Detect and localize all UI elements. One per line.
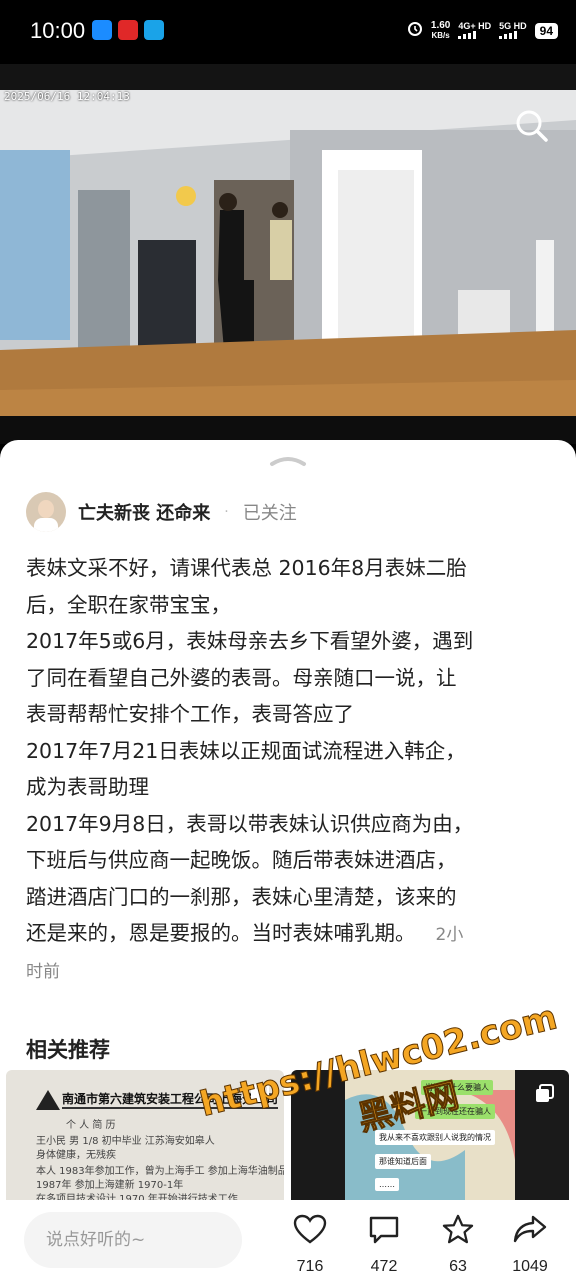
chat-bubble: …… (375, 1178, 399, 1191)
bottom-action-bar: 说点好听的~ 716 472 63 1049 (0, 1200, 576, 1280)
post-line: 踏进酒店门口的一刹那，表妹心里清楚，该来的 (26, 884, 457, 909)
document-line: 王小民 男 1/8 初中毕业 江苏海安如皋人 (36, 1136, 215, 1147)
network-speed: 1.60 KB/s (430, 19, 451, 41)
comment-icon (369, 1216, 399, 1244)
chevron-up-icon (270, 457, 306, 466)
document-line: 1987年 参加上海建新 1970-1年 (36, 1180, 184, 1191)
speed-unit: KB/s (431, 30, 450, 40)
notification-icons (92, 20, 164, 40)
post-line-last: 还是来的，恩是要报的。当时表妹哺乳期。 2小 (26, 915, 556, 954)
alarm-icon (407, 20, 423, 41)
camera-timestamp: 2025/06/16 12:04:13 (4, 90, 130, 103)
document-line: 身体健康，无残疾 (36, 1150, 116, 1161)
heart-icon (293, 1214, 327, 1244)
post-line: 表哥帮帮忙安排个工作，表哥答应了 (26, 702, 354, 726)
author-name[interactable]: 亡夫新丧 还命来 (78, 499, 210, 525)
post-body: 表妹文采不好，请课代表总 2016年8月表妹二胎 后，全职在家带宝宝， 2017… (26, 550, 556, 990)
search-button[interactable] (512, 80, 552, 142)
post-line: 成为表哥助理 (26, 775, 149, 799)
blue-app-icon (144, 20, 164, 40)
red-app-icon (118, 20, 138, 40)
separator-dot: · (224, 504, 229, 520)
post-time-part1: 2小 (435, 925, 464, 945)
surveillance-frame (0, 90, 576, 444)
sim2-signal: 5G HD (499, 21, 527, 41)
signal-bars-icon (499, 30, 518, 39)
avatar-face (38, 500, 54, 518)
like-button[interactable]: 716 (278, 1214, 342, 1276)
avatar-shirt (34, 518, 58, 532)
comment-input[interactable]: 说点好听的~ (24, 1212, 242, 1268)
follow-button[interactable]: 已关注 (243, 499, 297, 525)
like-count: 716 (296, 1258, 324, 1275)
share-icon (513, 1215, 547, 1243)
document-line: 个 人 简 历 (66, 1120, 116, 1131)
post-line: 2017年5或6月，表妹母亲去乡下看望外婆，遇到 (26, 629, 474, 653)
favorite-count: 63 (449, 1258, 467, 1275)
post-line: 2017年7月21日表妹以正规面试流程进入韩企， (26, 738, 466, 763)
post-line: 下班后与供应商一起晚饭。随后带表妹进酒店， (26, 848, 457, 872)
collapse-handle[interactable] (268, 452, 308, 468)
video-player[interactable]: 2025/06/16 12:04:13 (0, 64, 576, 444)
related-title: 相关推荐 (26, 1038, 110, 1062)
share-count: 1049 (512, 1258, 548, 1275)
speed-value: 1.60 (430, 19, 451, 31)
company-logo-icon (36, 1090, 60, 1110)
comment-count: 472 (370, 1258, 398, 1275)
avatar[interactable] (26, 492, 66, 532)
post-line: 后，全职在家带宝宝， (26, 592, 231, 617)
post-time-part2: 时前 (26, 961, 60, 982)
sim2-label: 5G HD (499, 20, 527, 31)
sim1-label: 4G+ HD (458, 20, 492, 31)
post-line: 2017年9月8日，表哥以带表妹认识供应商为由， (26, 811, 474, 836)
bell-app-icon (92, 20, 112, 40)
share-button[interactable]: 1049 (498, 1214, 562, 1276)
post-line: 还是来的，恩是要报的。当时表妹哺乳期。 (26, 921, 416, 945)
star-icon (442, 1214, 474, 1244)
post-line: 表妹文采不好，请课代表总 2016年8月表妹二胎 (26, 556, 467, 580)
status-bar: 10:00 1.60 KB/s 4G+ HD 5G HD 94 (0, 0, 576, 64)
author-row: 亡夫新丧 还命来 · 已关注 (26, 492, 297, 532)
chat-bubble: 那谁知道后面 (375, 1154, 431, 1169)
favorite-button[interactable]: 63 (426, 1214, 490, 1276)
battery-indicator: 94 (534, 22, 558, 39)
sim1-signal: 4G+ HD (458, 21, 491, 41)
clock: 10:00 (30, 18, 86, 43)
post-line: 了同在看望自己外婆的表哥。母亲随口一说，让 (26, 665, 457, 690)
comment-button[interactable]: 472 (352, 1214, 416, 1276)
signal-bars-icon (458, 30, 477, 39)
search-icon (516, 110, 548, 142)
